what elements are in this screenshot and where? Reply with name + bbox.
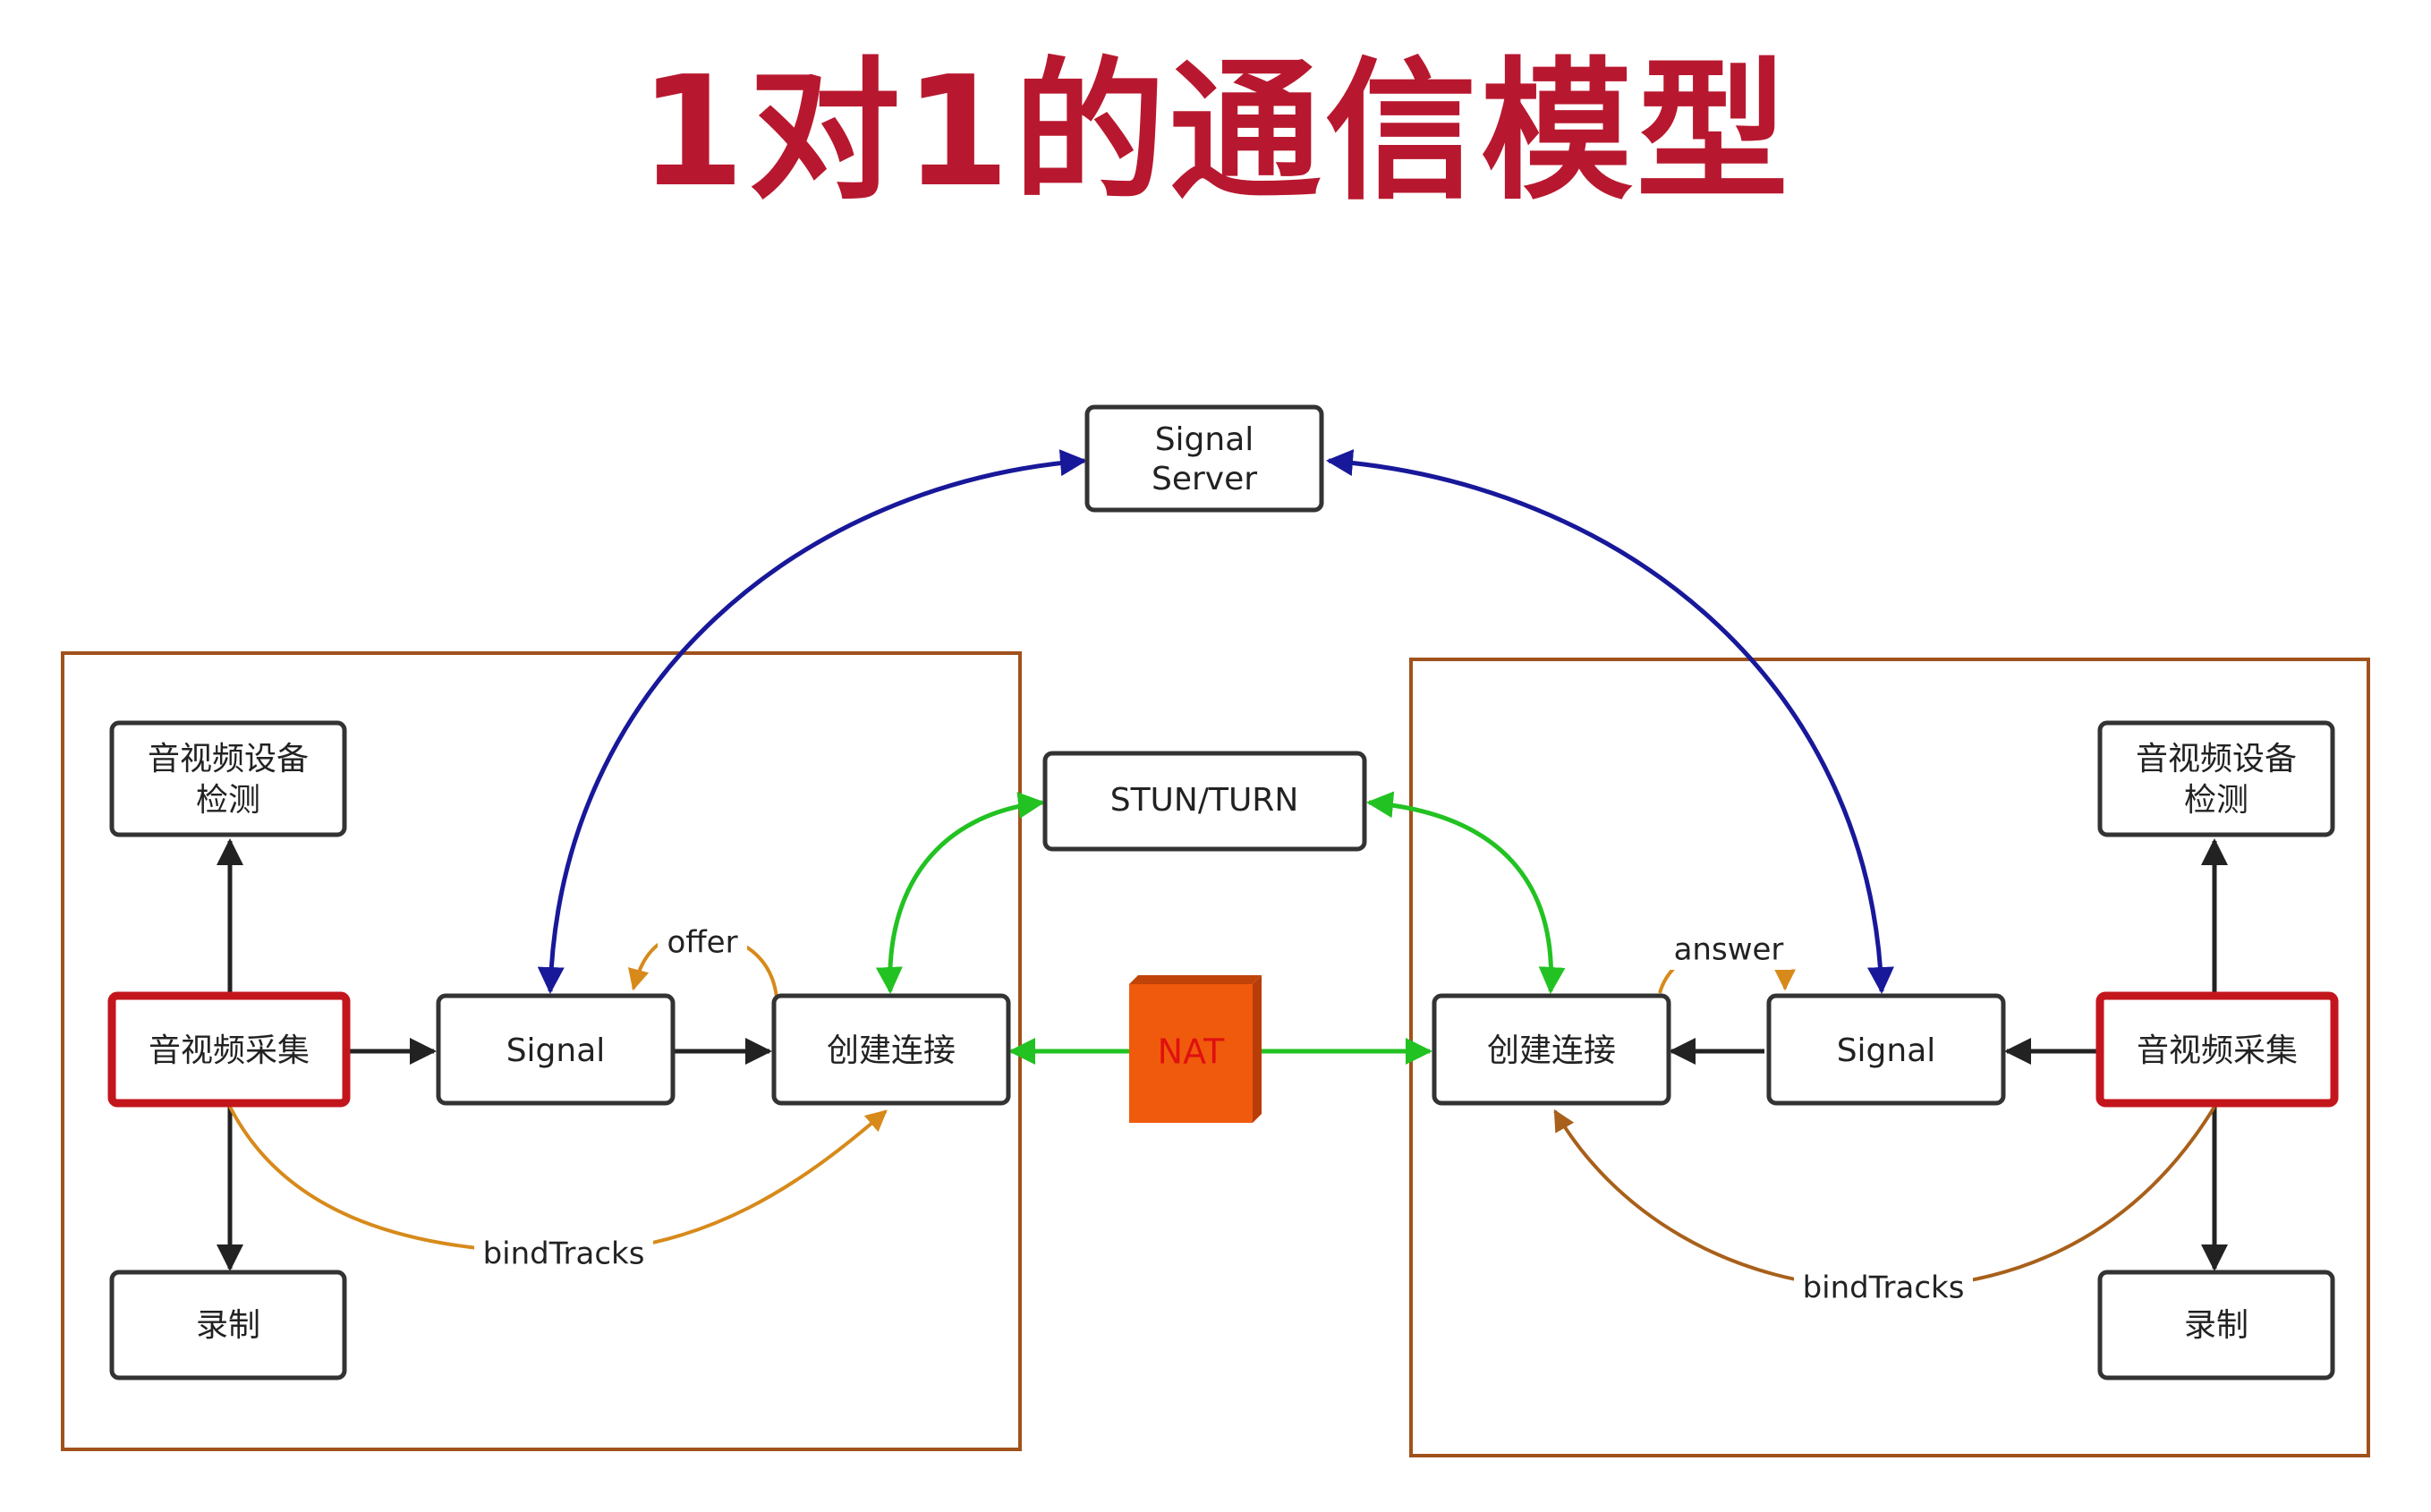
left-device-check-node: 音视频设备 检测 (109, 720, 347, 837)
nat-node: NAT (1129, 975, 1262, 1123)
right-bindtracks-label: bindTracks (1803, 1270, 1965, 1306)
right-signal-node: Signal (1766, 993, 2006, 1106)
right-connect-label: 创建连接 (1487, 1032, 1616, 1069)
right-signal-label: Signal (1837, 1032, 1936, 1069)
right-device-check-line2: 检测 (2184, 782, 2248, 819)
left-connect-label: 创建连接 (827, 1032, 956, 1069)
left-record-node: 录制 (109, 1270, 347, 1380)
left-device-check-line2: 检测 (196, 782, 260, 819)
left-capture-node: 音视频采集 (107, 991, 351, 1108)
left-connect-node: 创建连接 (771, 993, 1011, 1106)
right-record-node: 录制 (2097, 1270, 2335, 1380)
signal-server-label-line1: Signal (1155, 421, 1254, 458)
communication-diagram: Signal Server STUN/TURN NAT 音视频设备 检测 音视频… (61, 404, 2370, 1457)
left-capture-label: 音视频采集 (149, 1032, 310, 1069)
right-capture-node: 音视频采集 (2095, 991, 2339, 1108)
right-connect-node: 创建连接 (1432, 993, 1671, 1106)
right-bindtracks-arrow (1553, 1105, 2216, 1291)
stun-turn-node: STUN/TURN (1042, 751, 1367, 852)
left-signal-node: Signal (436, 993, 676, 1106)
right-record-label: 录制 (2184, 1307, 2248, 1344)
answer-label: answer (1674, 932, 1784, 968)
left-bindtracks-label: bindTracks (483, 1236, 645, 1272)
stun-turn-label: STUN/TURN (1110, 782, 1299, 819)
left-device-check-line1: 音视频设备 (148, 741, 309, 777)
right-capture-label: 音视频采集 (2137, 1032, 2298, 1069)
right-device-check-node: 音视频设备 检测 (2097, 720, 2335, 837)
left-record-label: 录制 (196, 1307, 260, 1344)
right-device-check-line1: 音视频设备 (2136, 741, 2297, 777)
left-bindtracks-arrow (228, 1106, 888, 1255)
offer-label: offer (667, 925, 737, 961)
left-signal-label: Signal (506, 1032, 606, 1069)
right-stun-arrow (1366, 791, 1566, 994)
left-signal-server-arrow (537, 449, 1087, 994)
nat-label: NAT (1158, 1032, 1225, 1072)
signal-server-node: Signal Server (1084, 404, 1324, 513)
signal-server-label-line2: Server (1152, 461, 1257, 497)
